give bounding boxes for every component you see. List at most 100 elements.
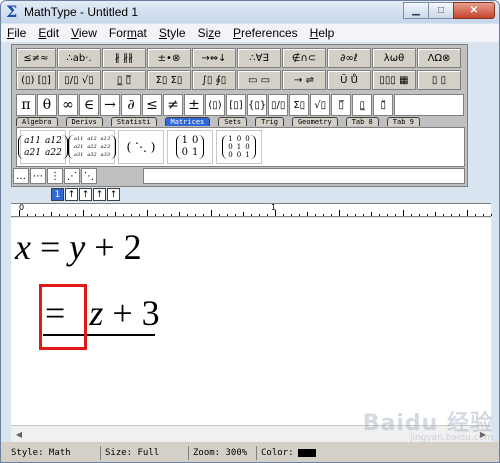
tab-trig[interactable]: Trig: [255, 117, 284, 126]
palette-summations[interactable]: Σ▯ Σ▯: [147, 70, 191, 90]
eq-variable-x: x: [15, 227, 31, 267]
status-size: Size: Full: [101, 446, 189, 460]
symbol-element-of[interactable]: ∈: [79, 94, 99, 116]
tab-geometry[interactable]: Geometry: [291, 117, 338, 126]
ruler-tick: [331, 214, 332, 216]
ruler-tick: [419, 214, 420, 216]
template-parentheses[interactable]: (▯): [205, 94, 225, 116]
ruler[interactable]: 0 1: [11, 203, 492, 217]
palette-greek-lower[interactable]: λωθ: [372, 48, 416, 68]
nesting-level-1[interactable]: 1: [51, 188, 64, 201]
palette-relational[interactable]: ≤≠≈: [16, 48, 56, 68]
symbol-arrow-right[interactable]: →: [100, 94, 120, 116]
palette-spaces[interactable]: ∴ab·.: [57, 48, 101, 68]
template-overbar[interactable]: ▯̅: [331, 94, 352, 116]
menu-view[interactable]: View: [71, 26, 97, 40]
minimize-button[interactable]: ▁: [403, 2, 429, 19]
template-braces[interactable]: {▯}: [247, 94, 268, 116]
matrix-2x2-template[interactable]: a11 a12 a21 a22: [18, 130, 68, 164]
ruler-tick: [83, 210, 84, 216]
matrix-mxn-template[interactable]: ( ⋱ ): [118, 130, 164, 164]
ellipsis-diagonal-down[interactable]: ⋱: [81, 168, 97, 184]
palette-logical[interactable]: ∴∀∃: [237, 48, 281, 68]
template-breve[interactable]: ▯̆: [373, 94, 394, 116]
tab-algebra[interactable]: Algebra: [16, 117, 58, 126]
palette-labeled-arrows[interactable]: → ⇌: [282, 70, 326, 90]
palette-operators[interactable]: ±•⊗: [147, 48, 191, 68]
template-brackets[interactable]: [▯]: [226, 94, 246, 116]
close-button[interactable]: ✕: [453, 2, 495, 19]
palette-subscripts[interactable]: ▯̲ ▯̅: [102, 70, 146, 90]
nesting-up-button[interactable]: ↑: [65, 188, 78, 201]
symbol-infinity[interactable]: ∞: [58, 94, 78, 116]
matrix-template-panel: a11 a12 a21 a22 a11 a12 a13 a21 a22 a23 …: [16, 127, 465, 167]
maximize-button[interactable]: □: [428, 2, 454, 19]
template-underbar[interactable]: ▯̲: [352, 94, 373, 116]
title-bar[interactable]: Σ MathType - Untitled 1 ▁ □ ✕: [1, 1, 499, 23]
ellipsis-baseline[interactable]: …: [13, 168, 29, 184]
ellipsis-row-empty[interactable]: [143, 168, 465, 184]
ruler-tick: [355, 214, 356, 216]
template-fraction[interactable]: ▯/▯: [268, 94, 289, 116]
tab-sets[interactable]: Sets: [218, 117, 248, 126]
matrix-entry: a32: [87, 152, 97, 158]
nesting-level-bar: 1 ↑ ↑ ↑ ↑: [51, 188, 121, 201]
scroll-left-icon[interactable]: ◀: [13, 428, 25, 440]
symbol-not-equal[interactable]: ≠: [163, 94, 183, 116]
nesting-up-button[interactable]: ↑: [93, 188, 106, 201]
palette-set-theory[interactable]: ∉∩⊂: [282, 48, 326, 68]
palette-misc-symbols[interactable]: ∂∞ℓ: [327, 48, 371, 68]
identity-3x3-template[interactable]: 1 0 0 0 1 0 0 0 1: [216, 130, 262, 164]
menu-style[interactable]: Style: [159, 26, 186, 40]
ruler-tick: [51, 212, 52, 216]
small-bar-empty-slot[interactable]: [394, 94, 465, 116]
palette-fractions-radicals[interactable]: ▯/▯ √▯: [57, 70, 101, 90]
tab-derivs[interactable]: Derivs: [65, 117, 103, 126]
symbol-less-equal[interactable]: ≤: [142, 94, 162, 116]
matrix-3x3-template[interactable]: a11 a12 a13 a21 a22 a23 a31 a32 a33: [67, 130, 117, 164]
tab-9[interactable]: Tab 9: [386, 117, 420, 126]
nesting-up-button[interactable]: ↑: [107, 188, 120, 201]
symbol-theta[interactable]: θ: [37, 94, 57, 116]
ellipsis-vertical[interactable]: ⋮: [47, 168, 63, 184]
palette-greek-upper[interactable]: ΛΩ⊗: [417, 48, 461, 68]
menu-edit[interactable]: Edit: [38, 26, 59, 40]
symbol-plus-minus[interactable]: ±: [184, 94, 204, 116]
ellipsis-midline[interactable]: ⋯: [30, 168, 46, 184]
menu-size[interactable]: Size: [198, 26, 221, 40]
status-style: Style: Math: [7, 446, 101, 460]
palette-products[interactable]: Ū Ů: [327, 70, 371, 90]
palette-embellishments[interactable]: ∦ ∦∦: [102, 48, 146, 68]
menu-file[interactable]: File: [7, 26, 26, 40]
window-controls: ▁ □ ✕: [403, 2, 495, 19]
ellipsis-diagonal-up[interactable]: ⋰: [64, 168, 80, 184]
menu-format[interactable]: Format: [109, 26, 147, 40]
matrix-entry: a23: [100, 144, 111, 150]
template-summation[interactable]: Σ▯: [289, 94, 310, 116]
menu-help[interactable]: Help: [310, 26, 335, 40]
matrix-entry: a12: [45, 136, 62, 146]
menu-preferences[interactable]: Preferences: [233, 26, 298, 40]
symbol-pi[interactable]: π: [16, 94, 36, 116]
equation-line-1[interactable]: x = y + 2: [15, 226, 142, 268]
symbol-partial[interactable]: ∂: [121, 94, 141, 116]
nesting-up-button[interactable]: ↑: [79, 188, 92, 201]
equation-editor-area[interactable]: x = y + 2 = z + 3: [11, 218, 491, 425]
ruler-tick: [43, 214, 44, 216]
identity-2x2-template[interactable]: 1 0 0 1: [167, 130, 213, 164]
palette-bars[interactable]: ▭ ▭: [237, 70, 281, 90]
ruler-tick: [179, 212, 180, 216]
close-icon: ✕: [469, 5, 479, 16]
tab-statistics[interactable]: Statisti: [110, 117, 157, 126]
template-sqrt[interactable]: √▯: [310, 94, 331, 116]
palette-matrices[interactable]: ▯▯▯ ▦: [372, 70, 416, 90]
palette-arrows[interactable]: →⇔↓: [192, 48, 236, 68]
palette-fences[interactable]: (▯) [▯]: [16, 70, 56, 90]
tab-matrices[interactable]: Matrices: [164, 117, 211, 126]
tab-8[interactable]: Tab 8: [345, 117, 379, 126]
palette-boxes[interactable]: ▯ ▯: [417, 70, 461, 90]
ruler-tick: [123, 214, 124, 216]
status-color: Color:: [257, 446, 322, 460]
sigma-icon: Σ: [6, 2, 18, 21]
palette-integrals[interactable]: ∫▯ ∮▯: [192, 70, 236, 90]
